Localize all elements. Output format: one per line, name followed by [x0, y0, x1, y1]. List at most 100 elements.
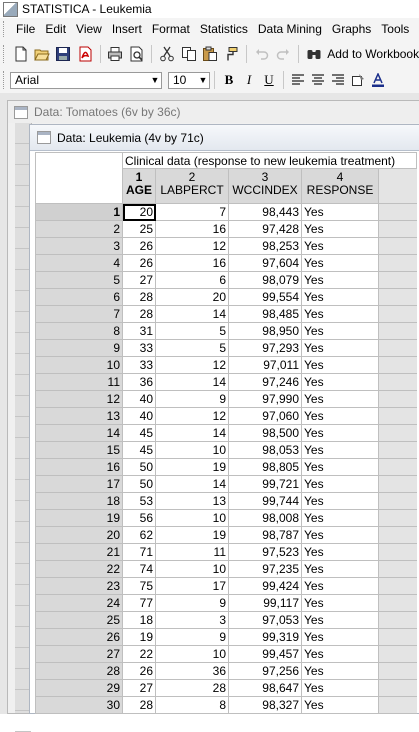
- cell-labperct[interactable]: 10: [155, 441, 229, 459]
- cell-wccindex[interactable]: 97,060: [228, 407, 302, 425]
- empty-cell[interactable]: [378, 594, 417, 612]
- cell-wccindex[interactable]: 99,117: [228, 594, 302, 612]
- cell-age[interactable]: 27: [122, 679, 156, 697]
- empty-cell[interactable]: [378, 390, 417, 408]
- empty-cell[interactable]: [378, 356, 417, 374]
- row-header[interactable]: 3: [35, 237, 123, 255]
- empty-cell[interactable]: [378, 662, 417, 680]
- row-header[interactable]: 10: [35, 356, 123, 374]
- cell-response[interactable]: Yes: [301, 628, 379, 646]
- cell-response[interactable]: Yes: [301, 645, 379, 663]
- cell-age[interactable]: 31: [122, 322, 156, 340]
- cell-age[interactable]: 77: [122, 594, 156, 612]
- cell-labperct[interactable]: 5: [155, 322, 229, 340]
- table-row[interactable]: 28 26 36 97,256 Yes: [35, 662, 417, 680]
- menu-statistics[interactable]: Statistics: [195, 22, 253, 36]
- cell-response[interactable]: Yes: [301, 424, 379, 442]
- print-preview-icon[interactable]: [128, 45, 145, 63]
- row-header[interactable]: 5: [35, 271, 123, 289]
- cell-response[interactable]: Yes: [301, 492, 379, 510]
- pdf-icon[interactable]: [76, 45, 93, 63]
- cell-response[interactable]: Yes: [301, 458, 379, 476]
- cell-wccindex[interactable]: 97,256: [228, 662, 302, 680]
- cell-labperct[interactable]: 16: [155, 220, 229, 238]
- align-left-icon[interactable]: [289, 71, 307, 89]
- cell-labperct[interactable]: 14: [155, 475, 229, 493]
- row-header[interactable]: 25: [35, 611, 123, 629]
- cell-labperct[interactable]: 14: [155, 424, 229, 442]
- cell-wccindex[interactable]: 98,950: [228, 322, 302, 340]
- cell-labperct[interactable]: 16: [155, 254, 229, 272]
- cell-age[interactable]: 75: [122, 577, 156, 595]
- bold-button[interactable]: B: [220, 71, 238, 89]
- cell-wccindex[interactable]: 98,805: [228, 458, 302, 476]
- menu-view[interactable]: View: [71, 22, 107, 36]
- cell-wccindex[interactable]: 97,293: [228, 339, 302, 357]
- font-size-select[interactable]: 10 ▼: [168, 71, 210, 89]
- cell-wccindex[interactable]: 98,079: [228, 271, 302, 289]
- cell-format-icon[interactable]: [349, 71, 367, 89]
- table-row[interactable]: 23 75 17 99,424 Yes: [35, 577, 417, 595]
- cell-wccindex[interactable]: 97,053: [228, 611, 302, 629]
- cell-response[interactable]: Yes: [301, 594, 379, 612]
- empty-cell[interactable]: [378, 560, 417, 578]
- menu-tools[interactable]: Tools: [376, 22, 414, 36]
- empty-cell[interactable]: [378, 373, 417, 391]
- cell-age[interactable]: 28: [122, 305, 156, 323]
- new-file-icon[interactable]: [12, 45, 29, 63]
- cell-labperct[interactable]: 9: [155, 594, 229, 612]
- cell-wccindex[interactable]: 97,428: [228, 220, 302, 238]
- cell-wccindex[interactable]: 98,008: [228, 509, 302, 527]
- cell-response[interactable]: Yes: [301, 203, 379, 221]
- empty-cell[interactable]: [378, 424, 417, 442]
- empty-cell[interactable]: [378, 322, 417, 340]
- row-header[interactable]: 12: [35, 390, 123, 408]
- toolbar-grip[interactable]: [3, 44, 7, 63]
- empty-cell[interactable]: [378, 492, 417, 510]
- cell-labperct[interactable]: 5: [155, 339, 229, 357]
- cell-response[interactable]: Yes: [301, 475, 379, 493]
- chevron-down-icon[interactable]: ▼: [197, 75, 209, 85]
- row-header[interactable]: 26: [35, 628, 123, 646]
- cell-response[interactable]: Yes: [301, 577, 379, 595]
- table-row[interactable]: 5 27 6 98,079 Yes: [35, 271, 417, 289]
- empty-cell[interactable]: [378, 339, 417, 357]
- table-row[interactable]: 24 77 9 99,117 Yes: [35, 594, 417, 612]
- cell-labperct[interactable]: 13: [155, 492, 229, 510]
- redo-icon[interactable]: [274, 45, 291, 63]
- cell-wccindex[interactable]: 99,424: [228, 577, 302, 595]
- empty-cell[interactable]: [378, 254, 417, 272]
- table-row[interactable]: 10 33 12 97,011 Yes: [35, 356, 417, 374]
- cell-wccindex[interactable]: 99,721: [228, 475, 302, 493]
- cell-wccindex[interactable]: 97,246: [228, 373, 302, 391]
- menu-graphs[interactable]: Graphs: [327, 22, 376, 36]
- cell-response[interactable]: Yes: [301, 662, 379, 680]
- row-header[interactable]: 23: [35, 577, 123, 595]
- menu-insert[interactable]: Insert: [107, 22, 147, 36]
- empty-cell[interactable]: [378, 611, 417, 629]
- cell-age[interactable]: 28: [122, 288, 156, 306]
- cell-response[interactable]: Yes: [301, 543, 379, 561]
- menu-edit[interactable]: Edit: [40, 22, 71, 36]
- undo-icon[interactable]: [253, 45, 270, 63]
- empty-cell[interactable]: [378, 220, 417, 238]
- table-row[interactable]: 4 26 16 97,604 Yes: [35, 254, 417, 272]
- empty-cell[interactable]: [378, 237, 417, 255]
- cell-response[interactable]: Yes: [301, 560, 379, 578]
- empty-cell[interactable]: [378, 526, 417, 544]
- row-header[interactable]: 28: [35, 662, 123, 680]
- cell-age[interactable]: 74: [122, 560, 156, 578]
- empty-cell[interactable]: [378, 577, 417, 595]
- cell-age[interactable]: 45: [122, 441, 156, 459]
- cell-labperct[interactable]: 8: [155, 696, 229, 714]
- cell-age[interactable]: 27: [122, 271, 156, 289]
- row-header[interactable]: 29: [35, 679, 123, 697]
- empty-cell[interactable]: [378, 628, 417, 646]
- row-header[interactable]: 17: [35, 475, 123, 493]
- cell-labperct[interactable]: 28: [155, 679, 229, 697]
- cell-age[interactable]: 50: [122, 475, 156, 493]
- table-row[interactable]: 1 20 7 98,443 Yes: [35, 203, 417, 221]
- table-row[interactable]: 29 27 28 98,647 Yes: [35, 679, 417, 697]
- cell-response[interactable]: Yes: [301, 237, 379, 255]
- cell-response[interactable]: Yes: [301, 356, 379, 374]
